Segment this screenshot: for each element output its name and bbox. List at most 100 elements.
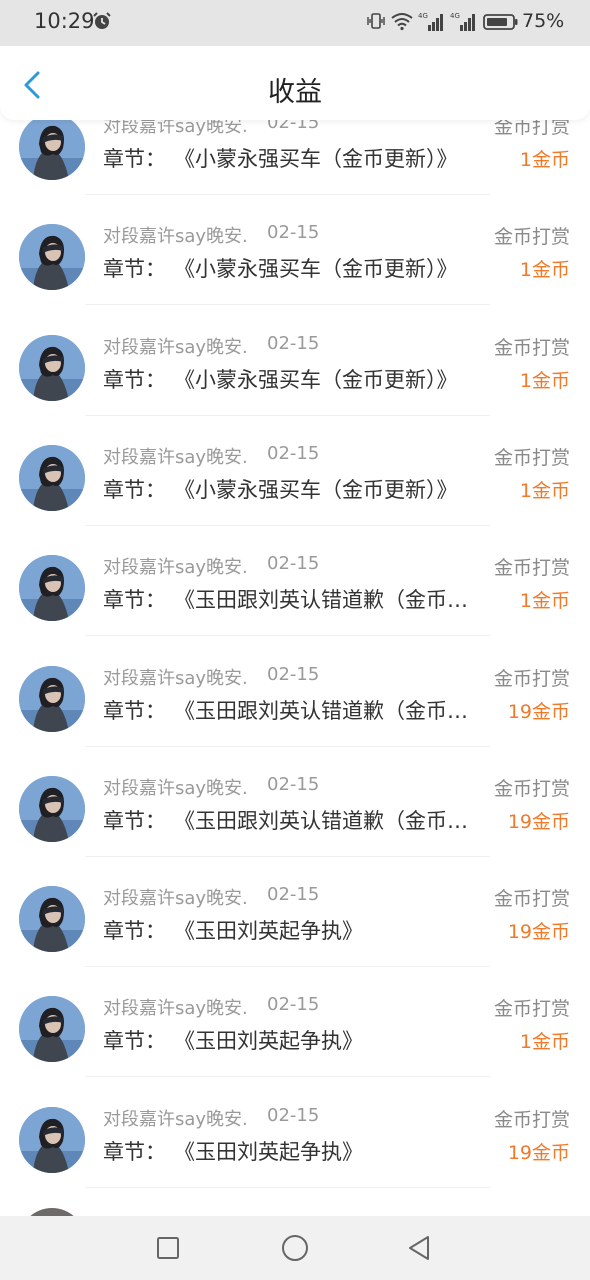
user-name: 对段嘉许say晚安. <box>103 888 248 909</box>
coin-amount: 1金币 <box>519 480 570 502</box>
post-date: 02-15 <box>267 443 320 464</box>
reward-type: 金币打赏 <box>493 668 570 690</box>
coin-amount: 1金币 <box>519 1031 570 1053</box>
user-name: 对段嘉许say晚安. <box>103 778 248 799</box>
divider <box>85 635 490 636</box>
user-name: 对段嘉许say晚安. <box>103 447 248 468</box>
triangle-back-icon[interactable] <box>406 1234 432 1262</box>
chapter-label: 章节： <box>103 478 166 502</box>
signal-4g-icon: 4G <box>450 12 475 31</box>
user-name: 对段嘉许say晚安. <box>103 668 248 689</box>
divider <box>85 1187 490 1188</box>
divider <box>85 194 490 195</box>
chapter-label: 章节： <box>103 1029 166 1053</box>
post-date: 02-15 <box>267 664 320 685</box>
divider <box>85 746 490 747</box>
system-nav-bar <box>0 1216 590 1280</box>
chapter-label: 章节： <box>103 257 166 281</box>
avatar[interactable] <box>19 224 85 290</box>
list-item[interactable]: 对段嘉许say晚安. 02-15 金币打赏 章节： 《玉田刘英起争执》 19金币 <box>0 1105 590 1215</box>
coin-amount: 19金币 <box>507 811 570 833</box>
coin-amount: 19金币 <box>507 701 570 723</box>
circle-home-icon[interactable] <box>281 1234 309 1262</box>
svg-text:4G: 4G <box>450 12 460 20</box>
reward-type: 金币打赏 <box>493 447 570 469</box>
list-item[interactable]: 对段嘉许say晚安. 02-15 金币打赏章节： 《玉田跟刘英认错道歉（金币… 1金币 <box>0 553 590 663</box>
post-date: 02-15 <box>267 333 320 354</box>
coin-amount: 1金币 <box>519 590 570 612</box>
list-item[interactable]: 对段嘉许say晚安. 02-15 金币打赏 章节： 《玉田刘英起争执》 19金币 <box>0 884 590 994</box>
post-date: 02-15 <box>267 994 320 1015</box>
post-date: 02-15 <box>267 884 320 905</box>
list-item[interactable]: 对段嘉许say晚安. 02-15 金币打赏章节： 《小蒙永强买车（金币更新）》 1金币 <box>0 443 590 553</box>
reward-type: 金币打赏 <box>493 778 570 800</box>
chapter-title: 《小蒙永强买车（金币更新）》 <box>174 368 458 392</box>
avatar[interactable] <box>19 555 85 621</box>
chapter-label: 章节： <box>103 919 166 943</box>
signal-4g-icon: 4G <box>418 12 443 31</box>
reward-type: 金币打赏 <box>493 337 570 359</box>
chapter-label: 章节： <box>103 147 166 171</box>
avatar[interactable] <box>19 776 85 842</box>
avatar[interactable] <box>19 114 85 180</box>
square-recent-icon[interactable] <box>156 1236 180 1260</box>
avatar[interactable] <box>19 1107 85 1173</box>
chapter-title: 《小蒙永强买车（金币更新）》 <box>174 257 458 281</box>
user-name: 对段嘉许say晚安. <box>103 337 248 358</box>
coin-amount: 19金币 <box>507 921 570 943</box>
reward-list: 对段嘉许say晚安. 02-15 金币打赏 章节： 《小蒙永强买车（金币更新）》 1金币对… <box>0 0 590 1280</box>
page-title: 收益 <box>268 77 322 108</box>
avatar[interactable] <box>19 445 85 511</box>
header: 收益 <box>0 46 590 120</box>
coin-amount: 1金币 <box>519 370 570 392</box>
chapter-title: 《玉田跟刘英认错道歉（金币… <box>174 588 468 612</box>
alarm-icon <box>93 12 111 29</box>
divider <box>85 304 490 305</box>
chapter-title: 《玉田刘英起争执》 <box>174 1029 363 1053</box>
divider <box>85 415 490 416</box>
avatar[interactable] <box>19 996 85 1062</box>
battery-icon <box>483 14 518 30</box>
list-item[interactable]: 对段嘉许say晚安. 02-15 金币打赏 章节： 《小蒙永强买车（金币更新）》 1金币 <box>0 222 590 332</box>
post-date: 02-15 <box>267 774 320 795</box>
wifi-icon <box>391 13 413 31</box>
chapter-title: 《玉田跟刘英认错道歉（金币… <box>174 699 468 723</box>
user-name: 对段嘉许say晚安. <box>103 1109 248 1130</box>
post-date: 02-15 <box>267 222 320 243</box>
reward-type: 金币打赏 <box>493 998 570 1020</box>
user-name: 对段嘉许say晚安. <box>103 226 248 247</box>
avatar[interactable] <box>19 666 85 732</box>
chapter-label: 章节： <box>103 809 166 833</box>
list-item[interactable]: 对段嘉许say晚安. 02-15 金币打赏 章节： 《小蒙永强买车（金币更新）》 1金币 <box>0 112 590 222</box>
list-item[interactable]: 对段嘉许say晚安. 02-15 金币打赏章节： 《玉田跟刘英认错道歉（金币… 19金币 <box>0 774 590 884</box>
avatar[interactable] <box>19 886 85 952</box>
status-bar: 10:29 4G 4G 75% <box>0 0 590 46</box>
avatar[interactable] <box>19 335 85 401</box>
list-item[interactable]: 对段嘉许say晚安. 02-15 金币打赏 章节： 《小蒙永强买车（金币更新）》 1金币 <box>0 333 590 443</box>
screen: 10:29 4G 4G 75% 收益 对段嘉许say晚安. 02-15 金币打赏… <box>0 0 590 1280</box>
post-date: 02-15 <box>267 553 320 574</box>
divider <box>85 525 490 526</box>
reward-type: 金币打赏 <box>493 226 570 248</box>
chapter-label: 章节： <box>103 588 166 612</box>
user-name: 对段嘉许say晚安. <box>103 557 248 578</box>
chapter-label: 章节： <box>103 1140 166 1164</box>
svg-text:4G: 4G <box>418 12 428 20</box>
chapter-title: 《玉田刘英起争执》 <box>174 1140 363 1164</box>
list-item[interactable]: 对段嘉许say晚安. 02-15 金币打赏章节： 《玉田跟刘英认错道歉（金币… 19金币 <box>0 664 590 774</box>
user-name: 对段嘉许say晚安. <box>103 998 248 1019</box>
reward-type: 金币打赏 <box>493 557 570 579</box>
divider <box>85 966 490 967</box>
chapter-title: 《玉田跟刘英认错道歉（金币… <box>174 809 468 833</box>
coin-amount: 1金币 <box>519 149 570 171</box>
post-date: 02-15 <box>267 1105 320 1126</box>
reward-type: 金币打赏 <box>493 888 570 910</box>
chapter-label: 章节： <box>103 699 166 723</box>
battery-percent: 75% <box>522 10 565 32</box>
chapter-title: 《小蒙永强买车（金币更新）》 <box>174 478 458 502</box>
divider <box>85 1076 490 1077</box>
status-time: 10:29 <box>34 9 95 33</box>
coin-amount: 19金币 <box>507 1142 570 1164</box>
divider <box>85 856 490 857</box>
list-item[interactable]: 对段嘉许say晚安. 02-15 金币打赏章节： 《玉田刘英起争执》 1金币 <box>0 994 590 1104</box>
